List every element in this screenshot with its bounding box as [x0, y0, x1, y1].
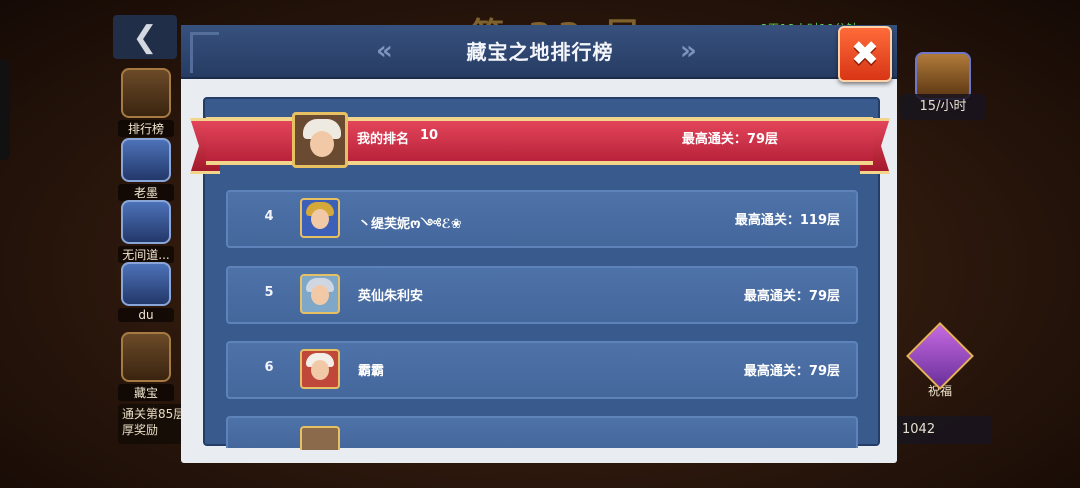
leaderboard-label: 排行榜	[118, 120, 174, 137]
avatar[interactable]	[300, 198, 340, 238]
player-avatar-icon	[121, 200, 171, 244]
my-best-floor: 最高通关：79层	[681, 132, 778, 147]
bless-button[interactable]: 祝福	[906, 322, 974, 399]
close-button[interactable]: ✖	[838, 26, 892, 82]
ranking-row[interactable]: 4 丶缇芙妮ო༺ℰ❀ 最高通关：119层	[226, 190, 858, 248]
player-name: 无间道...	[118, 246, 174, 263]
rank-number: 5	[264, 285, 274, 300]
avatar[interactable]	[300, 349, 340, 389]
rank-number: 4	[264, 209, 274, 224]
avatar[interactable]	[300, 426, 340, 450]
chevron-left-icon: ❮	[132, 19, 158, 55]
back-button[interactable]: ❮	[113, 15, 177, 59]
rate-display: 15/小时	[900, 94, 986, 120]
ranking-row[interactable]: 6 霸霸 最高通关：79层	[226, 341, 858, 399]
treasure-label: 藏宝	[118, 384, 174, 401]
player-avatar-icon	[121, 138, 171, 182]
my-avatar[interactable]	[292, 112, 348, 168]
double-chevron-right-icon[interactable]: »	[680, 36, 697, 66]
player-name: 霸霸	[358, 364, 385, 379]
player-slot-2[interactable]: 无间道...	[118, 200, 174, 263]
screen-edge	[0, 60, 10, 160]
close-icon: ✖	[850, 34, 880, 74]
player-avatar-icon	[121, 262, 171, 306]
player-name: 丶缇芙妮ო༺ℰ❀	[358, 217, 462, 232]
my-rank-label: 我的排名	[357, 132, 410, 147]
ranking-row[interactable]: 5 英仙朱利安 最高通关：79层	[226, 266, 858, 324]
rank-number: 6	[264, 360, 274, 375]
treasure-button[interactable]: 藏宝	[118, 332, 174, 401]
double-chevron-left-icon[interactable]: «	[376, 36, 393, 66]
avatar[interactable]	[300, 274, 340, 314]
currency-amount: 1042	[896, 416, 992, 444]
my-rank-value: 10	[420, 128, 439, 143]
best-floor: 最高通关：79层	[743, 289, 840, 304]
header-ornament	[190, 32, 219, 73]
treasure-chest-icon	[121, 332, 171, 382]
leaderboard-icon	[121, 68, 171, 118]
leaderboard-button[interactable]: 排行榜	[118, 68, 174, 137]
best-floor: 最高通关：79层	[743, 364, 840, 379]
dialog-title: 藏宝之地排行榜	[466, 40, 614, 64]
player-name: 老墨	[118, 184, 174, 201]
player-slot-3[interactable]: du	[118, 262, 174, 322]
best-floor: 最高通关：119层	[734, 213, 840, 228]
ranking-row[interactable]	[226, 416, 858, 450]
player-name: 英仙朱利安	[358, 289, 424, 304]
player-name: du	[118, 308, 174, 322]
player-slot-1[interactable]: 老墨	[118, 138, 174, 201]
treasure-chest-icon[interactable]	[915, 52, 971, 100]
crystal-icon	[906, 322, 974, 390]
